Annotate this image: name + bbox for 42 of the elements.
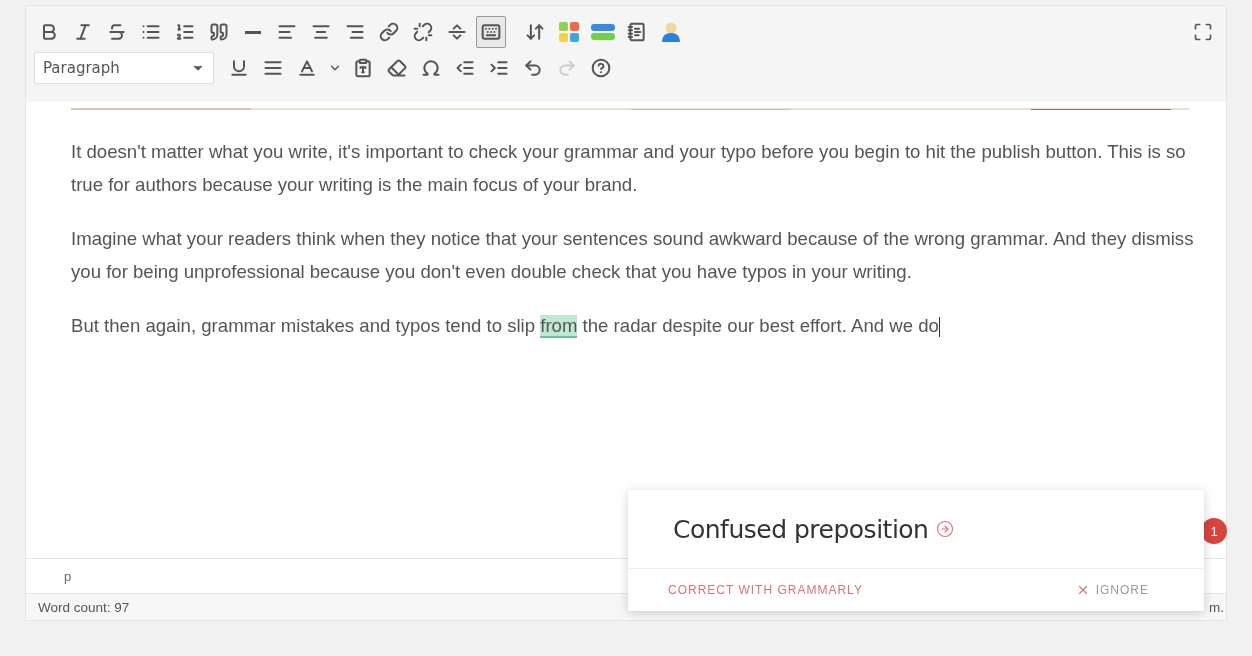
justify-icon bbox=[263, 58, 283, 78]
text-color-icon bbox=[297, 58, 317, 78]
read-more-icon bbox=[447, 22, 467, 42]
paragraph: It doesn't matter what you write, it's important to check your grammar and your typo before you begin to hit the publish button. This is so true for authors because your writing is the main focus of your brand. bbox=[71, 140, 1187, 197]
user-icon bbox=[660, 21, 682, 43]
paragraph: But then again, grammar mistakes and typos tend to slip from the radar despite our best effort. And we do bbox=[71, 314, 941, 340]
outdent-icon bbox=[455, 58, 475, 78]
fullscreen-icon bbox=[1193, 22, 1213, 42]
element-path: p bbox=[64, 568, 72, 584]
text-cursor bbox=[938, 317, 940, 338]
paragraph: Imagine what your readers think when they notice that your sentences sound awkward because of the wrong grammar. And they dismiss you for being unprofessional because you don't even double check that you have typos in your writing. bbox=[71, 227, 1195, 284]
numbered-list-icon bbox=[175, 22, 195, 42]
underline-icon bbox=[229, 58, 249, 78]
suggestion-title: Confused preposition bbox=[673, 514, 929, 544]
omega-icon bbox=[421, 58, 441, 78]
redo-icon bbox=[557, 58, 577, 78]
color-grid-icon bbox=[558, 21, 580, 43]
quote-icon bbox=[209, 22, 229, 42]
up-down-arrows-icon bbox=[525, 22, 545, 42]
word-count: Word count: 97 bbox=[38, 599, 130, 615]
strikethrough-icon bbox=[107, 22, 127, 42]
status-text: m. bbox=[1209, 599, 1224, 615]
stacked-bars-icon bbox=[591, 23, 615, 41]
eraser-icon bbox=[387, 58, 407, 78]
correct-button[interactable]: CORRECT WITH GRAMMARLY bbox=[668, 583, 863, 597]
undo-icon bbox=[523, 58, 543, 78]
italic-icon bbox=[73, 22, 93, 42]
align-left-icon bbox=[277, 22, 297, 42]
paste-text-icon bbox=[353, 58, 373, 78]
help-icon bbox=[591, 58, 611, 78]
align-center-icon bbox=[311, 22, 331, 42]
notes-icon bbox=[627, 22, 647, 42]
arrow-circle-icon[interactable] bbox=[936, 520, 955, 538]
ignore-button[interactable]: IGNORE bbox=[1075, 583, 1149, 597]
link-icon bbox=[379, 22, 399, 42]
toolbar-button[interactable] bbox=[476, 16, 506, 48]
keyboard-icon bbox=[481, 22, 501, 42]
unlink-icon bbox=[413, 22, 433, 42]
bullet-list-icon bbox=[141, 22, 161, 42]
format-select[interactable]: Paragraph bbox=[34, 52, 214, 84]
align-right-icon bbox=[345, 22, 365, 42]
indent-icon bbox=[489, 58, 509, 78]
